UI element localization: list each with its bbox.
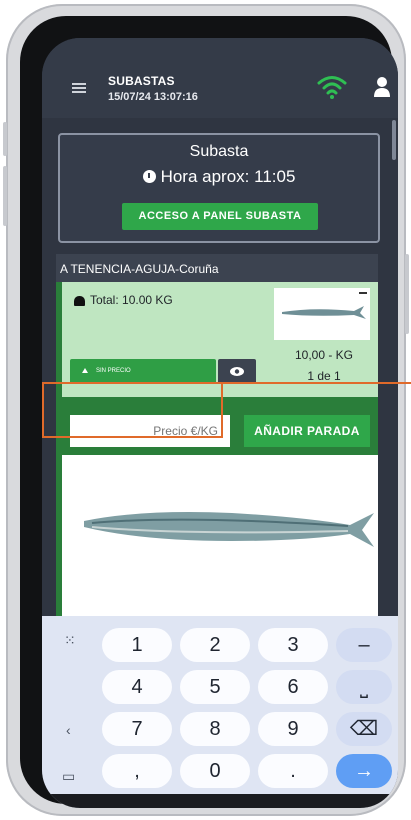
power-button	[405, 254, 409, 334]
menu-icon[interactable]	[72, 83, 86, 93]
key-period[interactable]: .	[258, 754, 328, 788]
volume-down-button	[3, 166, 7, 226]
key-minus[interactable]: –	[336, 628, 392, 662]
numeric-keyboard: ⁙ ‹ ▭ 1 2 3 – 4 5 6 ⎵ 7 8 9 ⌫ , 0 . →	[42, 616, 398, 808]
back-arrow-icon[interactable]: ‹	[66, 722, 71, 738]
lot-summary: Total: 10.00 KG 10,00 - KG 1 de 1 SIN PR…	[62, 282, 378, 397]
key-1[interactable]: 1	[102, 628, 172, 662]
price-input-highlight	[42, 382, 223, 438]
fish-thumbnail[interactable]	[274, 288, 370, 340]
lot-total: Total: 10.00 KG	[90, 293, 173, 307]
key-3[interactable]: 3	[258, 628, 328, 662]
key-8[interactable]: 8	[180, 712, 250, 746]
grid-icon[interactable]: ⁙	[64, 632, 76, 649]
key-6[interactable]: 6	[258, 670, 328, 704]
key-backspace[interactable]: ⌫	[336, 712, 392, 746]
wifi-icon	[317, 76, 347, 99]
add-stop-button[interactable]: AÑADIR PARADA	[244, 415, 370, 447]
weight-icon	[74, 296, 85, 306]
volume-up-button	[3, 122, 7, 156]
caret-up-icon	[82, 368, 88, 373]
scrollbar[interactable]	[392, 120, 396, 160]
key-7[interactable]: 7	[102, 712, 172, 746]
clock-icon	[142, 170, 156, 183]
keyboard-hide-icon[interactable]: ▭	[62, 768, 75, 785]
view-button[interactable]	[218, 359, 256, 384]
auction-time-label: Hora aprox: 11:05	[160, 167, 296, 186]
app-datetime: 15/07/24 13:07:16	[108, 91, 198, 103]
key-comma[interactable]: ,	[102, 754, 172, 788]
key-0[interactable]: 0	[180, 754, 250, 788]
key-9[interactable]: 9	[258, 712, 328, 746]
key-4[interactable]: 4	[102, 670, 172, 704]
lot-position: 1 de 1	[307, 369, 341, 383]
price-status-label: SIN PRECIO	[96, 368, 131, 374]
key-5[interactable]: 5	[180, 670, 250, 704]
key-2[interactable]: 2	[180, 628, 250, 662]
auction-card: Subasta Hora aprox: 11:05 ACCESO A PANEL…	[58, 133, 380, 243]
eye-icon	[230, 367, 244, 376]
lot-header: A TENENCIA-AGUJA-Coruña	[56, 254, 378, 282]
auction-time: Hora aprox: 11:05	[60, 167, 378, 187]
highlight-pointer-line	[223, 382, 411, 384]
auction-panel-button[interactable]: ACCESO A PANEL SUBASTA	[122, 203, 318, 230]
lot-card: A TENENCIA-AGUJA-Coruña Total: 10.00 KG …	[56, 254, 378, 654]
key-enter[interactable]: →	[336, 754, 392, 788]
auction-title: Subasta	[189, 143, 249, 160]
top-app-bar: SUBASTAS 15/07/24 13:07:16	[42, 38, 398, 118]
price-status-button[interactable]: SIN PRECIO	[70, 359, 216, 384]
user-icon[interactable]	[373, 76, 391, 98]
lot-quantity: 10,00 - KG	[294, 348, 354, 362]
key-space[interactable]: ⎵	[336, 670, 392, 704]
app-title: SUBASTAS	[108, 74, 175, 88]
navigation-bar	[42, 794, 398, 808]
